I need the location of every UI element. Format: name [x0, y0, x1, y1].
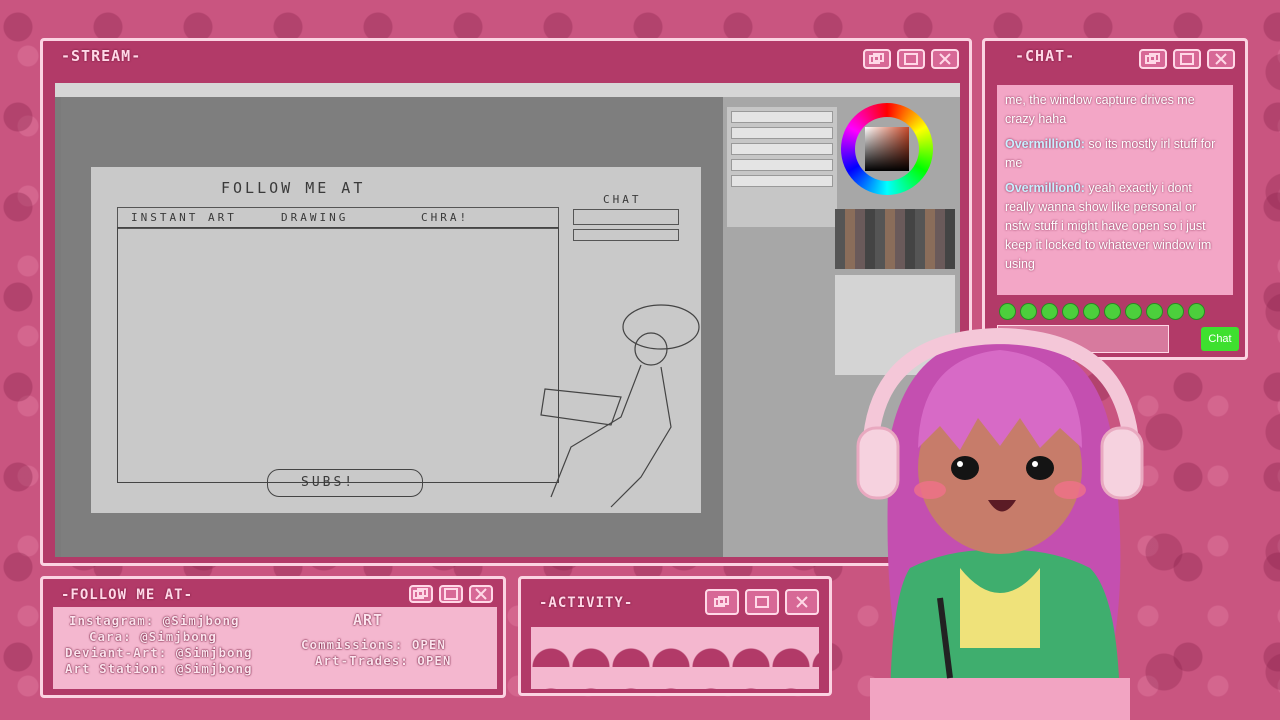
sketch-chat-line — [573, 229, 679, 241]
color-wheel[interactable] — [841, 103, 933, 195]
restore-icon[interactable] — [863, 49, 891, 69]
chat-send-button[interactable]: Chat — [1201, 327, 1239, 351]
follow-content: Instagram: @Simjbong Cara: @Simjbong Dev… — [53, 607, 497, 689]
restore-icon[interactable] — [409, 585, 433, 603]
emote-icon[interactable] — [1188, 303, 1205, 320]
layer-row[interactable] — [731, 175, 833, 187]
activity-panel: -ACTIVITY- — [518, 576, 832, 696]
stream-window-buttons — [863, 49, 959, 69]
drawing-canvas-area[interactable]: FOLLOW ME AT INSTANT ART DRAWING CHRA! C… — [61, 97, 723, 557]
chat-message: Overmillion0: so its mostly irl stuff fo… — [1005, 135, 1225, 173]
app-menu-bar[interactable] — [55, 83, 960, 97]
maximize-icon[interactable] — [897, 49, 925, 69]
sketch-chat-line — [573, 209, 679, 225]
chat-username[interactable]: Overmillion0: — [1005, 181, 1085, 195]
art-trades-status: Art-Trades: OPEN — [315, 653, 452, 668]
chat-title: -CHAT- — [1015, 47, 1076, 65]
sketch-paper: FOLLOW ME AT INSTANT ART DRAWING CHRA! C… — [91, 167, 701, 513]
layer-row[interactable] — [731, 127, 833, 139]
social-cara[interactable]: Cara: @Simjbong — [89, 629, 217, 644]
layer-row[interactable] — [731, 143, 833, 155]
commissions-status: Commissions: OPEN — [301, 637, 446, 652]
activity-window-buttons — [705, 589, 819, 615]
stream-screen: FOLLOW ME AT INSTANT ART DRAWING CHRA! C… — [55, 83, 960, 557]
close-icon[interactable] — [931, 49, 959, 69]
sketch-tab-3: CHRA! — [421, 211, 470, 224]
art-heading: ART — [353, 611, 384, 629]
restore-icon[interactable] — [705, 589, 739, 615]
color-swatches[interactable] — [835, 209, 955, 269]
restore-icon[interactable] — [1139, 49, 1167, 69]
chat-text: me, the window capture drives me crazy h… — [1005, 93, 1195, 126]
maximize-icon[interactable] — [1173, 49, 1201, 69]
follow-panel: -FOLLOW ME AT- Instagram: @Simjbong Cara… — [40, 576, 506, 698]
social-deviantart[interactable]: Deviant-Art: @Simjbong — [65, 645, 253, 660]
stream-title: -STREAM- — [61, 47, 142, 65]
chat-panel: -CHAT- me, the window capture drives me … — [982, 38, 1248, 360]
close-icon[interactable] — [785, 589, 819, 615]
stream-panel: -STREAM- FOLLOW ME AT INSTANT ART DRAWIN… — [40, 38, 972, 566]
activity-feed — [531, 627, 819, 689]
social-artstation[interactable]: Art Station: @Simjbong — [65, 661, 253, 676]
sketch-tab-1: INSTANT ART — [131, 211, 237, 224]
color-picker-square[interactable] — [865, 127, 909, 171]
layers-panel[interactable] — [727, 107, 837, 227]
layer-row[interactable] — [731, 159, 833, 171]
sketch-chat-label: CHAT — [603, 193, 642, 206]
sketch-header: FOLLOW ME AT — [221, 179, 366, 197]
sketch-main-frame — [117, 227, 559, 483]
social-instagram[interactable]: Instagram: @Simjbong — [69, 613, 240, 628]
close-icon[interactable] — [469, 585, 493, 603]
chat-username[interactable]: Overmillion0: — [1005, 137, 1085, 151]
emote-icon[interactable] — [1167, 303, 1184, 320]
chat-window-buttons — [1139, 49, 1235, 69]
chat-message: me, the window capture drives me crazy h… — [1005, 91, 1225, 129]
sketch-character-figure — [540, 304, 700, 508]
sketch-tab-2: DRAWING — [281, 211, 349, 224]
maximize-icon[interactable] — [439, 585, 463, 603]
chat-messages[interactable]: me, the window capture drives me crazy h… — [997, 85, 1233, 295]
sketch-subs-label: SUBS! — [301, 475, 356, 490]
vtuber-avatar — [856, 327, 1144, 720]
maximize-icon[interactable] — [745, 589, 779, 615]
activity-title: -ACTIVITY- — [539, 595, 634, 611]
chat-message: Overmillion0: yeah exactly i dont really… — [1005, 179, 1225, 274]
layer-row[interactable] — [731, 111, 833, 123]
follow-title: -FOLLOW ME AT- — [61, 587, 194, 603]
close-icon[interactable] — [1207, 49, 1235, 69]
follow-window-buttons — [409, 585, 493, 603]
